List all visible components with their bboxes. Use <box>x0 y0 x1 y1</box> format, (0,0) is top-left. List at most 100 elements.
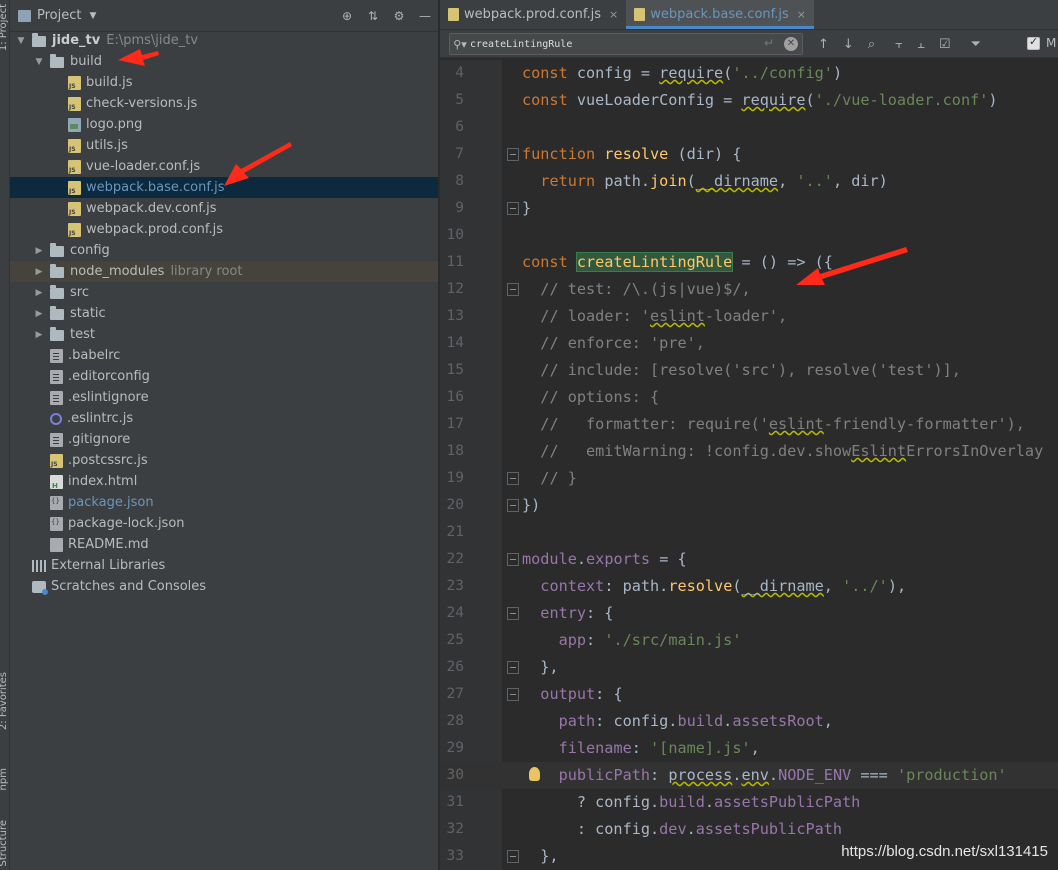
fold-marker-icon[interactable] <box>507 688 519 701</box>
line-number: 14 <box>446 335 464 351</box>
fold-marker-icon[interactable] <box>507 148 519 161</box>
fold-marker-icon[interactable] <box>507 850 519 863</box>
code-text: // enforce: 'pre', <box>540 334 705 352</box>
collapsed-arrow-icon[interactable]: ▶ <box>34 288 44 298</box>
tree-item[interactable]: ▼ jide_tv E:\pms\jide_tv <box>10 30 438 51</box>
select-all-occurrences-icon[interactable]: ☑ <box>939 37 951 52</box>
json-file-icon <box>50 516 63 531</box>
code-text: // test: /\.(js|vue)$/, <box>540 280 751 298</box>
tree-item[interactable]: check-versions.js <box>10 93 438 114</box>
find-all-icon[interactable]: ⌕ <box>868 37 875 52</box>
fold-marker-icon[interactable] <box>507 472 519 485</box>
clear-search-icon[interactable]: ✕ <box>784 37 798 51</box>
js-file-icon <box>634 7 646 21</box>
locate-icon[interactable]: ⊕ <box>340 9 354 23</box>
project-tool-tab[interactable]: 1: Project <box>0 4 9 51</box>
line-number: 33 <box>446 848 464 864</box>
line-number: 24 <box>446 605 464 621</box>
tree-item[interactable]: index.html <box>10 471 438 492</box>
tree-item-label: build.js <box>86 75 133 90</box>
code-line: 10 <box>440 222 1058 249</box>
next-occurrence-icon[interactable]: ↓ <box>843 37 854 52</box>
fold-marker-icon[interactable] <box>507 499 519 512</box>
match-case-checkbox[interactable] <box>1027 35 1040 50</box>
search-input[interactable] <box>470 38 740 50</box>
tree-item[interactable]: .gitignore <box>10 429 438 450</box>
tree-item[interactable]: ▶ static <box>10 303 438 324</box>
tree-item-label: vue-loader.conf.js <box>86 159 201 174</box>
tree-item[interactable]: ▼ build <box>10 51 438 72</box>
line-number: 32 <box>446 821 464 837</box>
chevron-down-icon[interactable]: ▼ <box>89 11 96 21</box>
fold-marker-icon[interactable] <box>507 553 519 566</box>
line-number: 20 <box>446 497 464 513</box>
collapse-all-icon[interactable]: ⇅ <box>366 9 380 23</box>
tree-item[interactable]: .eslintrc.js <box>10 408 438 429</box>
tree-item[interactable]: .editorconfig <box>10 366 438 387</box>
tree-item[interactable]: webpack.prod.conf.js <box>10 219 438 240</box>
line-number: 29 <box>446 740 464 756</box>
tree-item[interactable]: utils.js <box>10 135 438 156</box>
tree-item[interactable]: ▶ src <box>10 282 438 303</box>
code-line: 5 const vueLoaderConfig = require('./vue-… <box>440 87 1058 114</box>
tree-item[interactable]: logo.png <box>10 114 438 135</box>
expanded-arrow-icon[interactable]: ▼ <box>34 57 44 67</box>
code-line: 22 module.exports = { <box>440 546 1058 573</box>
remove-selection-icon[interactable]: ⫠ <box>917 37 925 52</box>
tree-item[interactable]: ▶ config <box>10 240 438 261</box>
favorites-tool-tab[interactable]: 2: Favorites <box>0 672 9 730</box>
tree-item[interactable]: vue-loader.conf.js <box>10 156 438 177</box>
code-text: }) <box>522 496 541 514</box>
editor-tab[interactable]: webpack.prod.conf.js × <box>440 0 626 29</box>
folder-icon <box>50 242 64 257</box>
collapsed-arrow-icon[interactable]: ▶ <box>34 267 44 277</box>
previous-occurrence-icon[interactable]: ↑ <box>818 37 829 52</box>
line-number: 27 <box>446 686 464 702</box>
collapsed-arrow-icon[interactable]: ▶ <box>34 309 44 319</box>
filter-icon[interactable]: ⏷ <box>971 37 981 52</box>
tree-item[interactable]: .postcssrc.js <box>10 450 438 471</box>
tree-item-label: webpack.base.conf.js <box>86 180 225 195</box>
collapsed-arrow-icon[interactable]: ▶ <box>34 246 44 256</box>
hide-icon[interactable]: — <box>418 9 432 23</box>
tree-item[interactable]: .eslintignore <box>10 387 438 408</box>
tree-item[interactable]: build.js <box>10 72 438 93</box>
tree-item-label: webpack.prod.conf.js <box>86 222 224 237</box>
add-selection-icon[interactable]: ⫟ <box>895 37 903 52</box>
line-number: 12 <box>446 281 464 297</box>
collapsed-arrow-icon[interactable]: ▶ <box>34 330 44 340</box>
code-editor[interactable]: 4 const config = require('../config') 5 con… <box>440 60 1058 870</box>
npm-tool-tab[interactable]: npm <box>0 768 9 790</box>
code-text: const createLintingRule = () => ({ <box>522 252 833 272</box>
fold-marker-icon[interactable] <box>507 607 519 620</box>
line-number: 16 <box>446 389 464 405</box>
tree-item[interactable]: webpack.dev.conf.js <box>10 198 438 219</box>
expanded-arrow-icon[interactable]: ▼ <box>16 36 26 46</box>
project-view-title[interactable]: Project <box>37 8 81 23</box>
editor-tab[interactable]: webpack.base.conf.js × <box>626 0 815 29</box>
tree-item-label: webpack.dev.conf.js <box>86 201 217 216</box>
tree-item[interactable]: package-lock.json <box>10 513 438 534</box>
code-line: 14 // enforce: 'pre', <box>440 330 1058 357</box>
structure-tool-tab[interactable]: Structure <box>0 820 9 867</box>
tree-item[interactable]: README.md <box>10 534 438 555</box>
line-number: 17 <box>446 416 464 432</box>
close-tab-icon[interactable]: × <box>797 8 806 21</box>
tree-item-label: test <box>70 327 95 342</box>
tree-item[interactable]: External Libraries <box>10 555 438 576</box>
gear-icon[interactable]: ⚙ <box>392 9 406 23</box>
close-tab-icon[interactable]: × <box>609 8 618 21</box>
tree-item[interactable]: ▶ test <box>10 324 438 345</box>
code-text: // include: [resolve('src'), resolve('te… <box>540 361 961 379</box>
fold-marker-icon[interactable] <box>507 202 519 215</box>
tree-item[interactable]: package.json <box>10 492 438 513</box>
fold-marker-icon[interactable] <box>507 283 519 296</box>
tree-item[interactable]: Scratches and Consoles <box>10 576 438 597</box>
fold-marker-icon[interactable] <box>507 661 519 674</box>
tree-item[interactable]: webpack.base.conf.js <box>10 177 438 198</box>
tree-item[interactable]: .babelrc <box>10 345 438 366</box>
js-file-icon <box>68 222 81 237</box>
line-number: 25 <box>446 632 464 648</box>
search-icon[interactable]: ⚲▾ <box>450 38 470 51</box>
tree-item[interactable]: ▶ node_modules library root <box>10 261 438 282</box>
